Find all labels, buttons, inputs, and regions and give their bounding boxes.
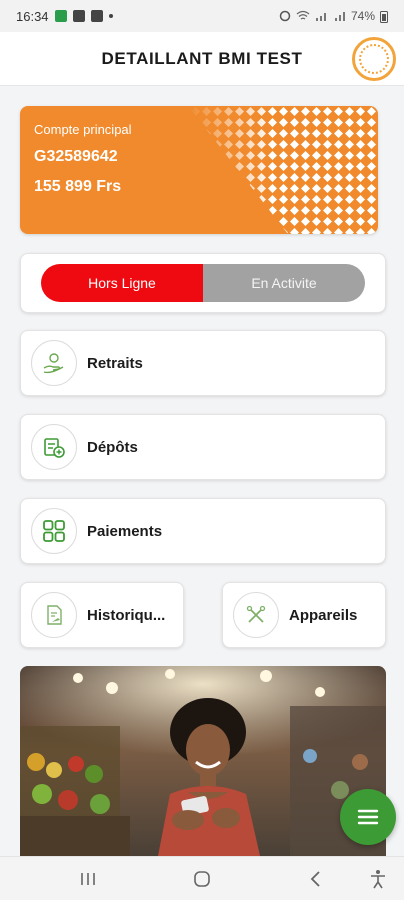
system-nav-bar <box>0 856 404 900</box>
withdrawals-card[interactable]: Retraits <box>20 330 386 396</box>
recents-icon[interactable] <box>74 867 102 891</box>
hand-money-icon <box>31 340 77 386</box>
history-label: Historiqu... <box>87 606 166 624</box>
notification-icon <box>54 10 67 22</box>
battery-level: 74% <box>350 9 375 23</box>
account-card[interactable]: Compte principal G32589642 155 899 Frs <box>20 106 378 234</box>
deposits-card[interactable]: Dépôts <box>20 414 386 480</box>
app-header: DETAILLANT BMI TEST <box>0 32 404 86</box>
availability-card: Hors Ligne En Activite <box>20 253 386 313</box>
more-notifications-icon <box>108 14 113 18</box>
withdrawals-label: Retraits <box>87 354 143 372</box>
availability-toggle: Hors Ligne En Activite <box>41 264 365 302</box>
back-icon[interactable] <box>302 867 330 891</box>
accessibility-icon[interactable] <box>364 867 392 891</box>
app-notification-icon <box>90 10 103 22</box>
battery-icon <box>380 10 388 23</box>
account-label: Compte principal <box>34 122 132 137</box>
gallery-notification-icon <box>72 10 85 22</box>
home-icon[interactable] <box>188 867 216 891</box>
wifi-icon <box>296 10 310 20</box>
grid-icon <box>31 508 77 554</box>
online-button[interactable]: En Activite <box>203 264 365 302</box>
tools-icon <box>233 592 279 638</box>
devices-card[interactable]: Appareils <box>222 582 386 648</box>
payments-card[interactable]: Paiements <box>20 498 386 564</box>
account-number: G32589642 <box>34 148 118 165</box>
menu-icon <box>357 809 379 825</box>
account-balance: 155 899 Frs <box>34 178 122 195</box>
signal-2-icon <box>334 12 345 21</box>
alarm-icon <box>279 10 291 22</box>
payments-label: Paiements <box>87 522 163 540</box>
history-card[interactable]: Historiqu... <box>20 582 184 648</box>
promo-banner-image <box>20 666 386 856</box>
status-time: 16:34 <box>16 8 49 24</box>
bmi-logo-icon <box>352 37 396 81</box>
deposit-icon <box>31 424 77 470</box>
offline-button[interactable]: Hors Ligne <box>41 264 203 302</box>
pattern-decoration <box>168 106 378 234</box>
page-title: DETAILLANT BMI TEST <box>101 48 303 68</box>
history-icon <box>31 592 77 638</box>
deposits-label: Dépôts <box>87 438 138 456</box>
devices-label: Appareils <box>289 606 358 624</box>
status-bar: 16:34 74% <box>0 0 404 32</box>
signal-icon <box>315 13 326 21</box>
menu-fab-button[interactable] <box>340 789 396 845</box>
